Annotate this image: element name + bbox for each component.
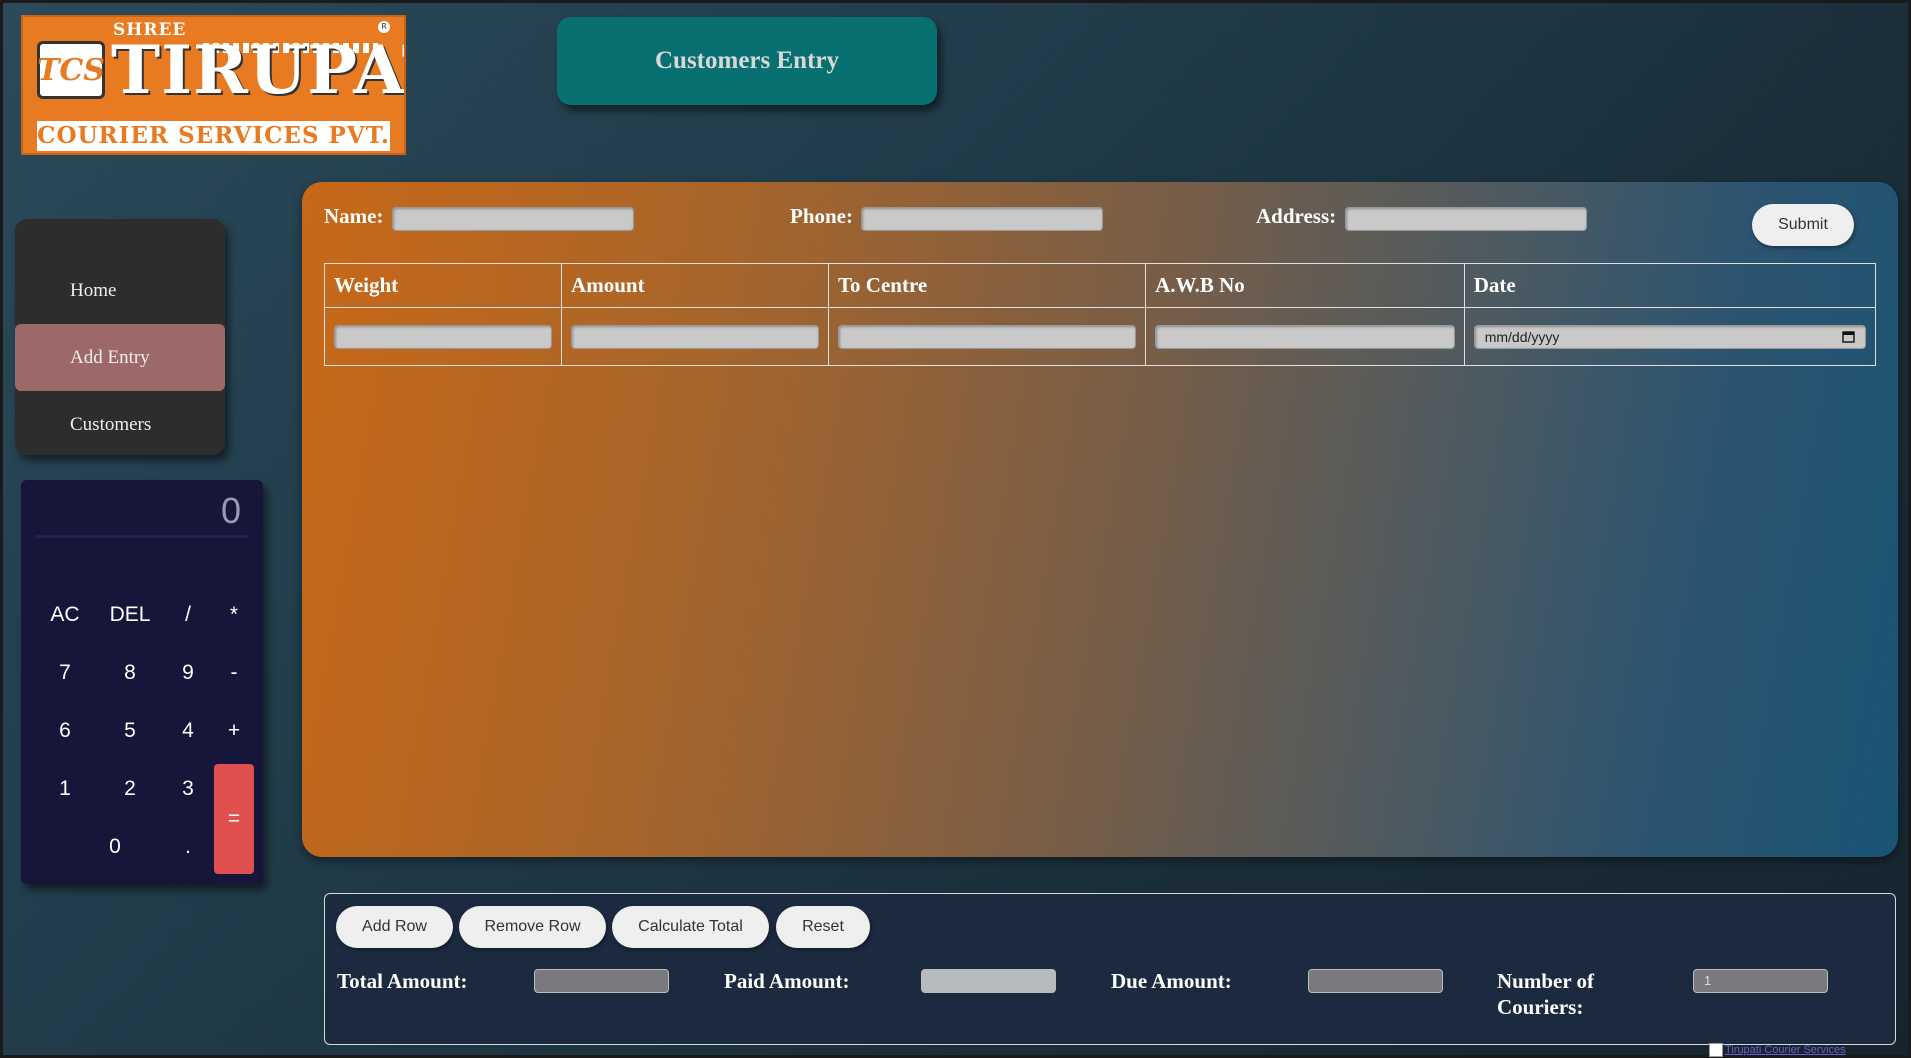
summary-panel: Add Row Remove Row Calculate Total Reset… [324,893,1896,1045]
entries-table: Weight Amount To Centre A.W.B No Date mm… [323,263,1877,366]
logo-mark-icon: TCS [37,41,105,99]
registered-icon: R [378,21,390,33]
phone-input[interactable] [861,207,1103,231]
calc-key-9[interactable]: 9 [168,653,208,693]
calendar-icon[interactable] [1842,330,1855,343]
add-row-button[interactable]: Add Row [336,906,453,948]
column-header-date: Date [1463,263,1877,308]
name-input[interactable] [392,207,634,231]
address-input[interactable] [1345,207,1587,231]
calc-key-7[interactable]: 7 [40,653,90,693]
awb-no-input[interactable] [1155,324,1455,349]
calc-key-3[interactable]: 3 [168,769,208,809]
reset-button[interactable]: Reset [776,906,870,948]
submit-button[interactable]: Submit [1752,204,1854,246]
footer-image-alt: Tirupati Courier Services [1725,1043,1846,1056]
calculator: 0 AC DEL / * 7 8 9 - 6 5 4 + 1 2 3 = 0 . [21,480,263,884]
calc-key-8[interactable]: 8 [110,653,150,693]
calc-key-equals[interactable]: = [214,764,254,874]
paid-amount-field[interactable] [921,969,1056,993]
logo-subtitle: COURIER SERVICES PVT. LTD. [37,121,390,153]
footer-image: Tirupati Courier Services [1709,1043,1889,1058]
remove-row-button[interactable]: Remove Row [459,906,606,948]
couriers-label-line2: Couriers: [1497,995,1584,1019]
column-header-to-centre: To Centre [827,263,1147,308]
amount-input[interactable] [571,324,819,349]
logo-brand-text: TIRUPATI [111,31,404,109]
calc-key-divide[interactable]: / [168,595,208,635]
date-input[interactable]: mm/dd/yyyy [1473,324,1866,349]
address-label: Address: [1256,204,1337,228]
column-header-awb-no: A.W.B No [1145,263,1465,308]
column-header-weight: Weight [323,263,563,308]
calculator-display: 0 [35,490,249,538]
nav-item-home[interactable]: Home [15,257,225,324]
sidebar-nav: Home Add Entry Customers [15,219,225,455]
weight-input[interactable] [334,324,553,349]
couriers-label: Number of Couriers: [1497,968,1594,1020]
entry-form-panel: Name: Phone: Address: Submit Weight Amou… [302,182,1898,857]
calc-key-6[interactable]: 6 [40,711,90,751]
calc-key-5[interactable]: 5 [110,711,150,751]
company-logo: SHREE TCS TIRUPATI R COURIER SERVICES PV… [21,15,406,155]
name-label: Name: [324,204,384,228]
calc-key-subtract[interactable]: - [214,653,254,693]
to-centre-input[interactable] [837,324,1137,349]
date-placeholder: mm/dd/yyyy [1484,328,1560,345]
calc-key-multiply[interactable]: * [214,595,254,635]
calc-key-decimal[interactable]: . [168,827,208,867]
calc-key-4[interactable]: 4 [168,711,208,751]
couriers-count-field[interactable]: 1 [1693,969,1828,993]
paid-amount-label: Paid Amount: [724,969,850,993]
calc-key-ac[interactable]: AC [40,595,90,635]
due-amount-label: Due Amount: [1111,969,1232,993]
page-title: Customers Entry [557,17,937,105]
phone-label: Phone: [790,204,853,228]
total-amount-field[interactable] [534,969,669,993]
calc-key-add[interactable]: + [214,711,254,751]
calc-key-0[interactable]: 0 [75,827,155,867]
broken-image-icon [1709,1043,1723,1057]
due-amount-field[interactable] [1308,969,1443,993]
couriers-label-line1: Number of [1497,969,1595,993]
nav-item-add-entry[interactable]: Add Entry [15,324,225,391]
column-header-amount: Amount [561,263,829,308]
total-amount-label: Total Amount: [337,969,468,993]
calculate-total-button[interactable]: Calculate Total [612,906,769,948]
calc-key-del[interactable]: DEL [100,595,160,635]
table-row: mm/dd/yyyy [323,307,1877,366]
calc-key-2[interactable]: 2 [110,769,150,809]
nav-item-customers[interactable]: Customers [15,391,225,458]
calc-key-1[interactable]: 1 [40,769,90,809]
